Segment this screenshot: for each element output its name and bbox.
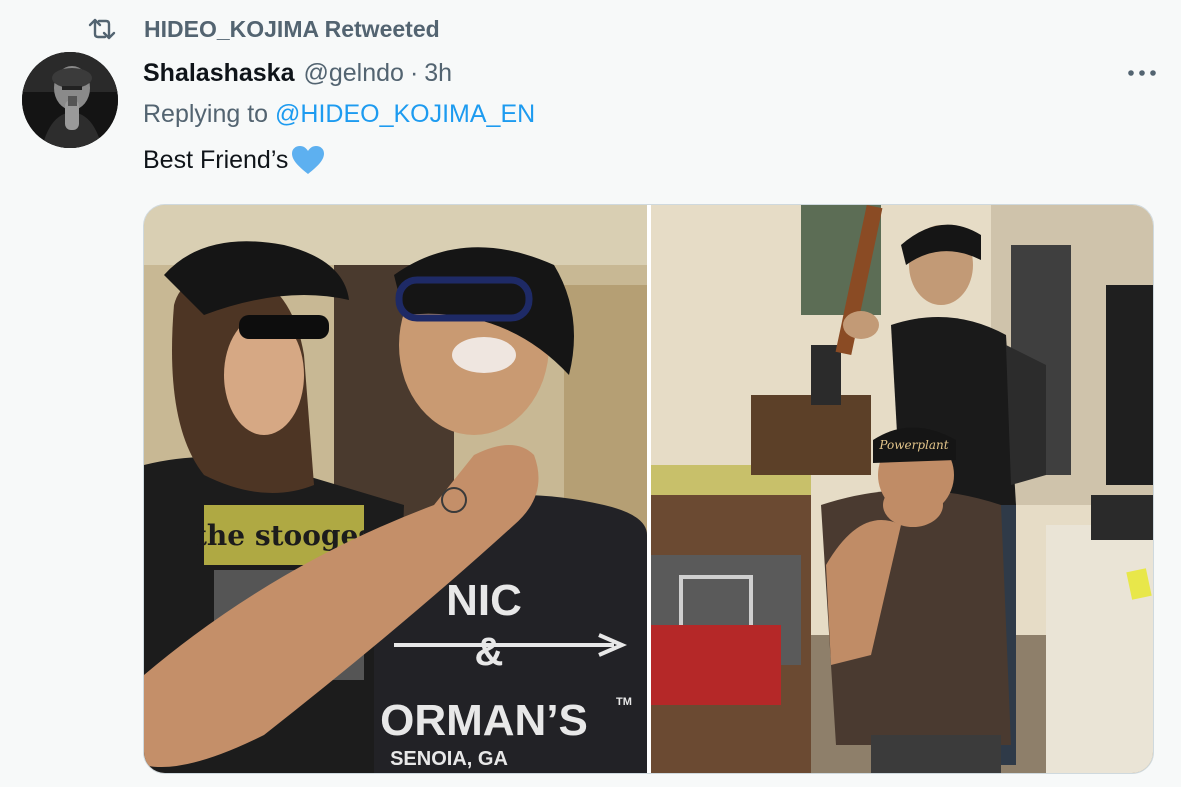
retweet-icon bbox=[86, 13, 118, 45]
author-handle[interactable]: @gelndo bbox=[304, 59, 404, 88]
shirt-text-amp: & bbox=[475, 630, 504, 674]
tweet-text-body: Best Friend’s bbox=[143, 145, 289, 174]
media-grid: the stooges NIC & ORMAN’S TM SENOIA, GA bbox=[143, 204, 1154, 774]
more-options-button[interactable] bbox=[1125, 56, 1159, 90]
blue-heart-icon bbox=[290, 144, 326, 176]
replying-to-prefix: Replying to bbox=[143, 100, 276, 128]
media-photo-right[interactable]: Powerplant bbox=[651, 205, 1153, 773]
author-display-name[interactable]: Shalashaska bbox=[143, 59, 295, 88]
shirt-text-nic: NIC bbox=[446, 576, 522, 625]
retweeted-by-label[interactable]: HIDEO_KOJIMA Retweeted bbox=[144, 16, 440, 43]
tweet-header: Shalashaska @gelndo · 3h bbox=[143, 56, 452, 90]
shirt-text-orman: ORMAN’S bbox=[380, 696, 588, 745]
separator-dot: · bbox=[409, 58, 419, 87]
retweet-context: HIDEO_KOJIMA Retweeted bbox=[86, 12, 440, 46]
tweet-timestamp[interactable]: 3h bbox=[424, 59, 452, 88]
replying-to-line: Replying to @HIDEO_KOJIMA_EN bbox=[143, 100, 535, 129]
shirt-trademark: TM bbox=[616, 696, 632, 708]
media-photo-left[interactable]: the stooges NIC & ORMAN’S TM SENOIA, GA bbox=[144, 205, 647, 773]
tweet-text: Best Friend’s bbox=[143, 144, 326, 176]
cap-logo-text: Powerplant bbox=[878, 438, 948, 452]
avatar[interactable] bbox=[22, 52, 118, 148]
more-horizontal-icon bbox=[1127, 64, 1157, 82]
reply-mention-link[interactable]: @HIDEO_KOJIMA_EN bbox=[275, 100, 535, 128]
tweet[interactable]: HIDEO_KOJIMA Retweeted Shalashaska @geln… bbox=[0, 0, 1181, 787]
shirt-text-senoia: SENOIA, GA bbox=[390, 748, 508, 770]
